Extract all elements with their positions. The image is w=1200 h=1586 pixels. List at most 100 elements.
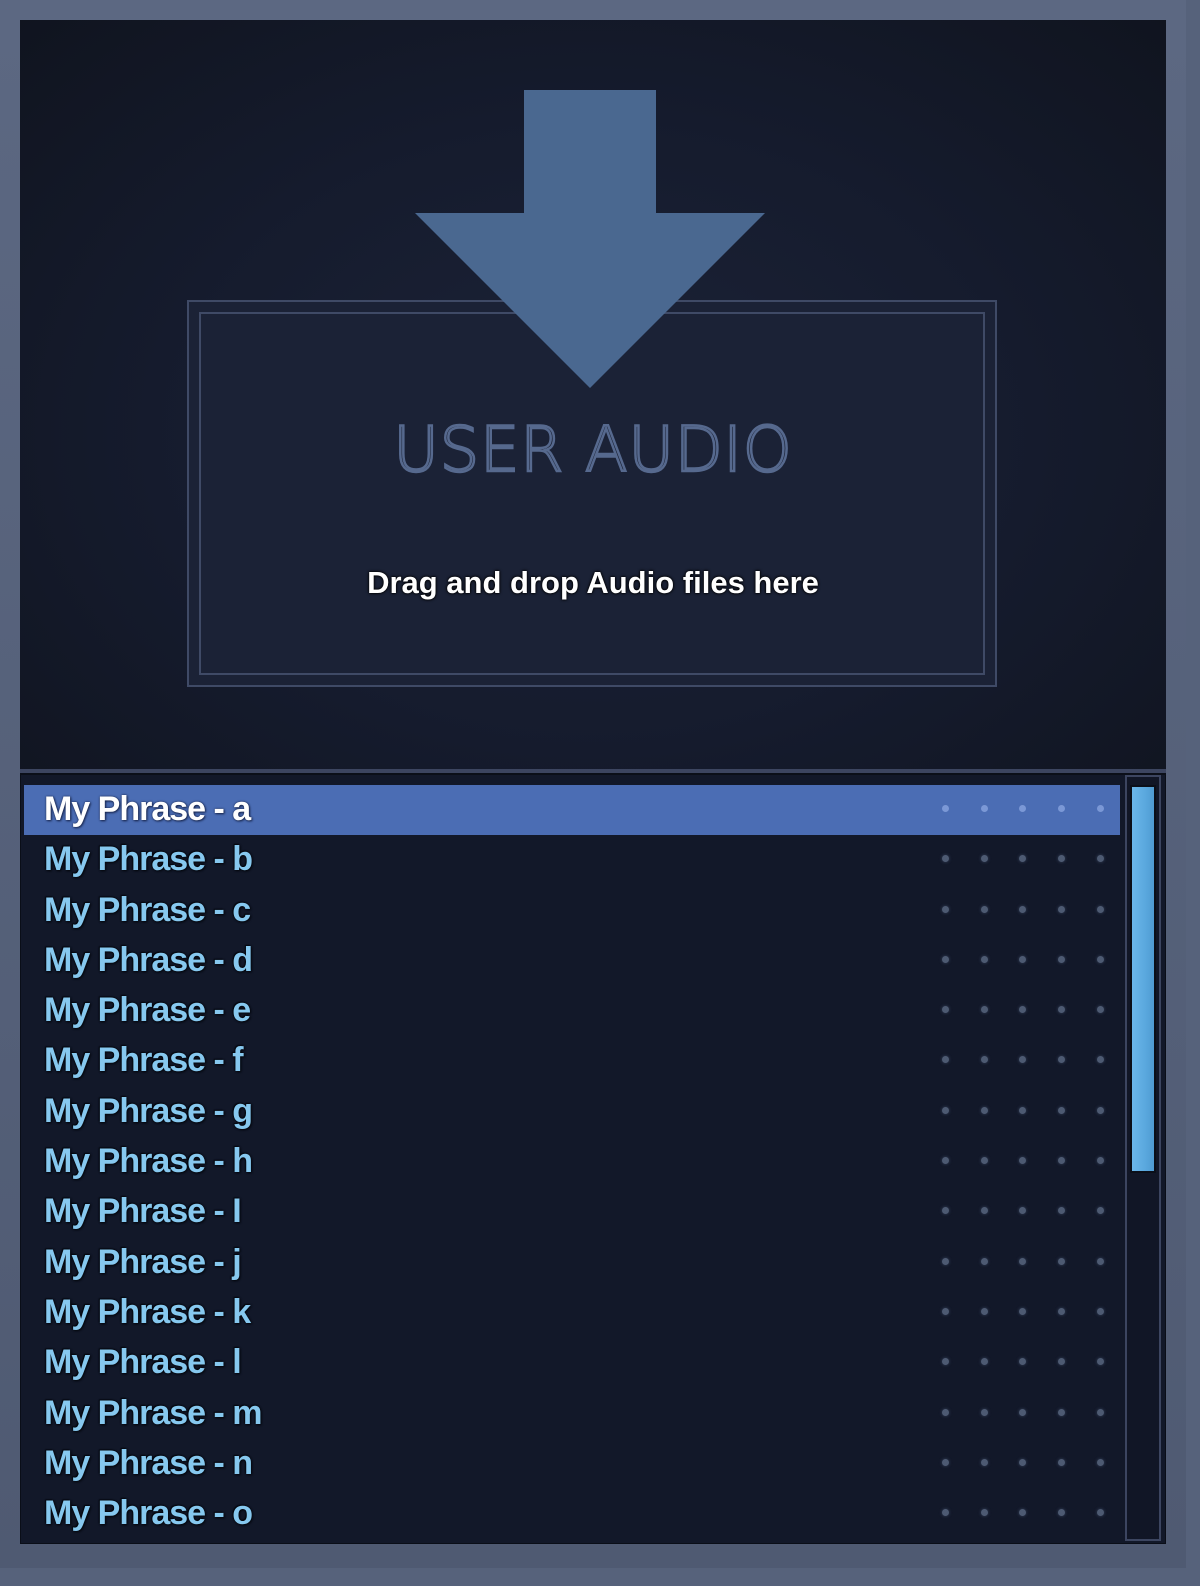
row-grip-dots bbox=[942, 1006, 1112, 1014]
phrase-list[interactable]: My Phrase - a My Phrase - b My Phrase - c M… bbox=[24, 785, 1120, 1545]
scrollbar-thumb[interactable] bbox=[1130, 785, 1156, 1173]
grip-dot-icon bbox=[942, 955, 949, 963]
list-item-label: My Phrase - l bbox=[44, 1343, 242, 1382]
list-item[interactable]: My Phrase - I bbox=[24, 1187, 1120, 1237]
grip-dot-icon bbox=[1097, 955, 1104, 963]
row-grip-dots bbox=[942, 1106, 1112, 1115]
list-item[interactable]: My Phrase - d bbox=[24, 936, 1120, 986]
grip-dot-icon bbox=[942, 1408, 949, 1416]
grip-dot-icon bbox=[1097, 1358, 1104, 1366]
grip-dot-icon bbox=[1058, 1006, 1065, 1014]
drop-zone-hint: Drag and drop Audio files here bbox=[367, 565, 819, 600]
row-grip-dots bbox=[942, 1358, 1112, 1366]
grip-dot-icon bbox=[1058, 1408, 1065, 1416]
grip-dot-icon bbox=[1097, 1509, 1104, 1517]
list-item-label: My Phrase - b bbox=[44, 840, 253, 879]
grip-dot-icon bbox=[1058, 1458, 1065, 1466]
grip-dot-icon bbox=[1058, 1207, 1065, 1215]
list-item[interactable]: My Phrase - a bbox=[24, 785, 1120, 836]
list-item[interactable]: My Phrase - m bbox=[24, 1389, 1120, 1439]
grip-dot-icon bbox=[1019, 1257, 1026, 1265]
grip-dot-icon bbox=[942, 905, 949, 913]
list-item-label: My Phrase - e bbox=[44, 991, 251, 1030]
grip-dot-icon bbox=[1097, 1408, 1104, 1416]
drop-zone-title: USER AUDIO bbox=[392, 412, 793, 488]
list-item-label: My Phrase - I bbox=[44, 1192, 242, 1231]
list-item[interactable]: My Phrase - f bbox=[24, 1036, 1120, 1086]
grip-dot-icon bbox=[1019, 855, 1026, 863]
list-item[interactable]: My Phrase - e bbox=[24, 986, 1120, 1036]
grip-dot-icon bbox=[981, 1106, 988, 1114]
list-item[interactable]: My Phrase - n bbox=[24, 1439, 1120, 1489]
grip-dot-icon bbox=[1097, 855, 1104, 863]
grip-dot-icon bbox=[981, 905, 988, 913]
grip-dot-icon bbox=[1019, 1509, 1026, 1517]
list-item-label: My Phrase - g bbox=[44, 1091, 253, 1130]
grip-dot-icon bbox=[1019, 1106, 1026, 1114]
grip-dot-icon bbox=[1019, 1006, 1026, 1014]
list-item[interactable]: My Phrase - c bbox=[24, 886, 1120, 936]
list-item[interactable]: My Phrase - h bbox=[24, 1137, 1120, 1187]
grip-dot-icon bbox=[981, 1458, 988, 1466]
grip-dot-icon bbox=[1058, 1358, 1065, 1366]
grip-dot-icon bbox=[1097, 1006, 1104, 1014]
row-grip-dots bbox=[942, 1207, 1112, 1215]
grip-dot-icon bbox=[1097, 1458, 1104, 1466]
grip-dot-icon bbox=[942, 805, 949, 812]
grip-dot-icon bbox=[981, 855, 988, 863]
grip-dot-icon bbox=[981, 1509, 988, 1517]
grip-dot-icon bbox=[1097, 1257, 1104, 1265]
list-item[interactable]: My Phrase - k bbox=[24, 1288, 1120, 1338]
list-item[interactable]: My Phrase - b bbox=[24, 835, 1120, 885]
list-item-label: My Phrase - c bbox=[44, 890, 251, 929]
grip-dot-icon bbox=[1058, 1106, 1065, 1114]
list-item[interactable]: My Phrase - o bbox=[24, 1489, 1120, 1539]
grip-dot-icon bbox=[942, 1106, 949, 1114]
grip-dot-icon bbox=[1058, 1307, 1065, 1315]
window-frame: USER AUDIO Drag and drop Audio files her… bbox=[0, 0, 1186, 1568]
user-audio-panel: USER AUDIO Drag and drop Audio files her… bbox=[20, 20, 1166, 1544]
grip-dot-icon bbox=[1058, 1056, 1065, 1064]
list-item[interactable]: My Phrase - j bbox=[24, 1238, 1120, 1288]
list-item-label: My Phrase - k bbox=[44, 1292, 251, 1331]
row-grip-dots bbox=[942, 1458, 1112, 1467]
download-arrow-icon bbox=[415, 90, 765, 388]
grip-dot-icon bbox=[981, 805, 988, 812]
panel-divider bbox=[20, 769, 1166, 775]
row-grip-dots bbox=[942, 1157, 1112, 1165]
grip-dot-icon bbox=[942, 1056, 949, 1064]
audio-drop-zone[interactable]: USER AUDIO Drag and drop Audio files her… bbox=[20, 20, 1166, 770]
grip-dot-icon bbox=[981, 1257, 988, 1265]
grip-dot-icon bbox=[981, 1157, 988, 1165]
grip-dot-icon bbox=[942, 1458, 949, 1466]
row-grip-dots bbox=[942, 855, 1112, 863]
row-grip-dots bbox=[942, 905, 1112, 914]
grip-dot-icon bbox=[942, 1307, 949, 1315]
grip-dot-icon bbox=[1058, 1509, 1065, 1517]
grip-dot-icon bbox=[1097, 1207, 1104, 1215]
grip-dot-icon bbox=[1058, 805, 1065, 812]
list-item-label: My Phrase - d bbox=[44, 940, 253, 979]
list-item-label: My Phrase - j bbox=[44, 1242, 242, 1281]
grip-dot-icon bbox=[1019, 1358, 1026, 1366]
grip-dot-icon bbox=[981, 1056, 988, 1064]
grip-dot-icon bbox=[1019, 1458, 1026, 1466]
list-item-label: My Phrase - h bbox=[44, 1142, 253, 1181]
grip-dot-icon bbox=[1019, 905, 1026, 913]
grip-dot-icon bbox=[1097, 1056, 1104, 1064]
grip-dot-icon bbox=[942, 1157, 949, 1165]
list-scrollbar[interactable] bbox=[1125, 775, 1161, 1541]
grip-dot-icon bbox=[981, 1408, 988, 1416]
grip-dot-icon bbox=[1058, 905, 1065, 913]
grip-dot-icon bbox=[1058, 1257, 1065, 1265]
list-item-label: My Phrase - a bbox=[44, 790, 251, 828]
list-item-label: My Phrase - o bbox=[44, 1494, 253, 1533]
list-item[interactable]: My Phrase - l bbox=[24, 1338, 1120, 1388]
row-grip-dots bbox=[942, 1307, 1112, 1316]
list-item[interactable]: My Phrase - g bbox=[24, 1087, 1120, 1137]
row-grip-dots bbox=[942, 1509, 1112, 1517]
grip-dot-icon bbox=[1019, 1408, 1026, 1416]
grip-dot-icon bbox=[1019, 1307, 1026, 1315]
row-grip-dots bbox=[942, 805, 1112, 813]
grip-dot-icon bbox=[981, 955, 988, 963]
